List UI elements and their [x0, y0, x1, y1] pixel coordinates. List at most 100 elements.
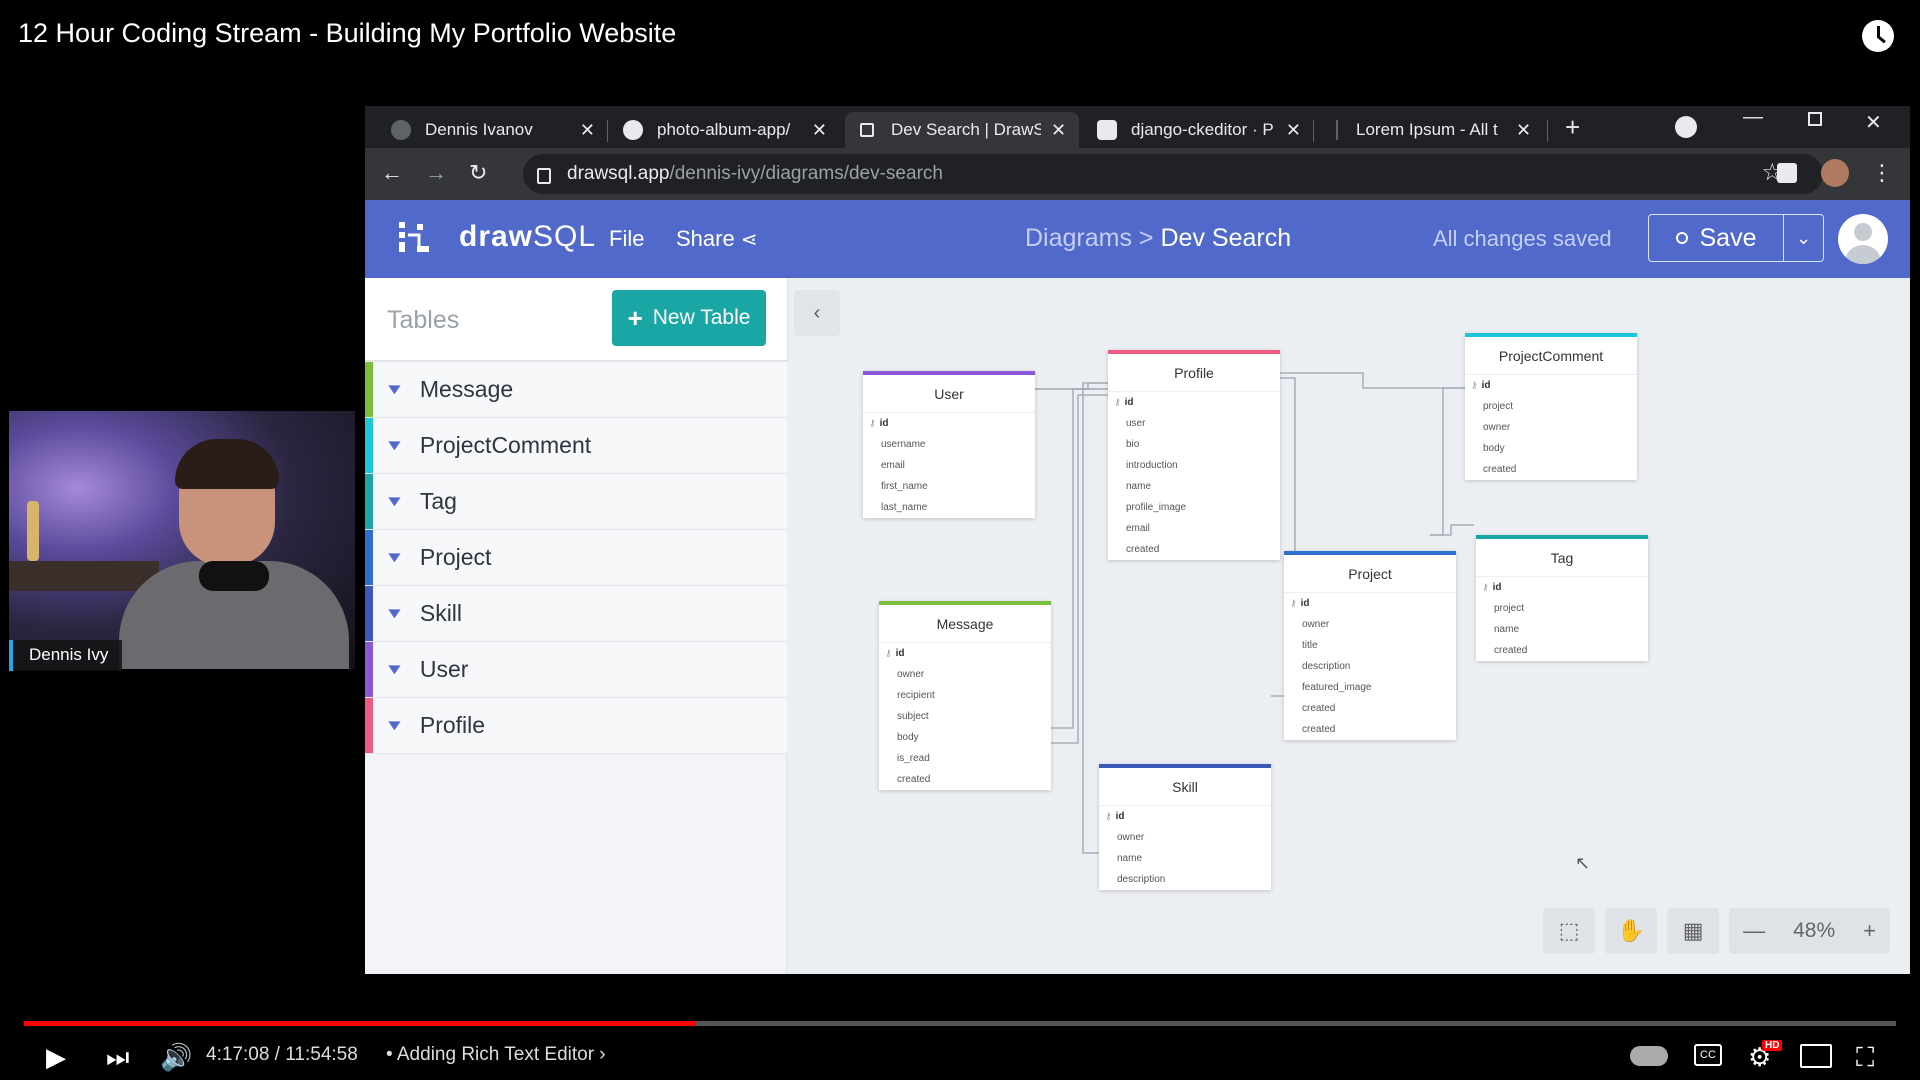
table-column[interactable]: body	[879, 727, 1051, 748]
close-tab-icon[interactable]: ✕	[1286, 120, 1301, 141]
save-button[interactable]: Save	[1648, 214, 1784, 262]
table-column[interactable]: is_read	[879, 748, 1051, 769]
watch-later-icon[interactable]	[1862, 20, 1894, 52]
sidebar-item-message[interactable]: ▼ Message	[365, 362, 787, 418]
reload-icon[interactable]: ↻	[469, 160, 487, 186]
table-column[interactable]: created	[879, 769, 1051, 790]
table-card-message[interactable]: Message id owner recipient subject body …	[879, 601, 1051, 790]
table-column[interactable]: user	[1108, 413, 1280, 434]
table-column[interactable]: project	[1465, 396, 1637, 417]
hand-pan-icon[interactable]: ✋	[1605, 908, 1658, 954]
user-avatar[interactable]	[1838, 214, 1888, 264]
table-column[interactable]: owner	[879, 664, 1051, 685]
volume-icon[interactable]: 🔊	[160, 1042, 192, 1073]
forward-icon[interactable]: →	[425, 160, 447, 186]
table-column[interactable]: body	[1465, 438, 1637, 459]
table-column[interactable]: created	[1465, 459, 1637, 480]
close-tab-icon[interactable]: ✕	[1516, 120, 1531, 141]
table-column[interactable]: created	[1284, 719, 1456, 740]
table-column[interactable]: profile_image	[1108, 497, 1280, 518]
table-column[interactable]: featured_image	[1284, 677, 1456, 698]
chevron-down-icon[interactable]: ▼	[384, 437, 405, 454]
close-tab-icon[interactable]: ✕	[812, 120, 827, 141]
profile-avatar[interactable]	[1821, 159, 1849, 187]
table-column[interactable]: created	[1108, 539, 1280, 560]
table-column[interactable]: username	[863, 434, 1035, 455]
save-dropdown-button[interactable]: ⌄	[1784, 214, 1824, 262]
chevron-down-icon[interactable]: ▼	[384, 717, 405, 734]
autoplay-toggle[interactable]	[1630, 1046, 1668, 1066]
new-table-button[interactable]: + New Table	[612, 290, 766, 346]
table-column[interactable]: id	[1476, 577, 1648, 598]
extensions-icon[interactable]	[1777, 163, 1797, 183]
table-column[interactable]: created	[1284, 698, 1456, 719]
table-column[interactable]: name	[1099, 848, 1271, 869]
close-tab-icon[interactable]: ✕	[580, 120, 595, 141]
table-column[interactable]: id	[863, 413, 1035, 434]
share-menu[interactable]: Share ⋖	[676, 226, 758, 252]
restore-icon[interactable]	[1808, 112, 1822, 126]
tab-photo-album-app[interactable]: photo-album-app/ ✕	[611, 112, 839, 148]
new-tab-button[interactable]: +	[1565, 112, 1580, 143]
table-card-profile[interactable]: Profile id user bio introduction name pr…	[1108, 350, 1280, 560]
zoom-in-button[interactable]: +	[1849, 918, 1890, 944]
table-column[interactable]: owner	[1099, 827, 1271, 848]
sidebar-item-user[interactable]: ▼ User	[365, 642, 787, 698]
chevron-down-icon[interactable]: ▼	[384, 605, 405, 622]
minimize-icon[interactable]: —	[1743, 106, 1763, 129]
miniplayer-icon[interactable]	[1800, 1044, 1832, 1068]
sidebar-item-skill[interactable]: ▼ Skill	[365, 586, 787, 642]
table-column[interactable]: id	[1108, 392, 1280, 413]
sidebar-item-projectcomment[interactable]: ▼ ProjectComment	[365, 418, 787, 474]
table-column[interactable]: subject	[879, 706, 1051, 727]
table-column[interactable]: last_name	[863, 497, 1035, 518]
sidebar-item-tag[interactable]: ▼ Tag	[365, 474, 787, 530]
zoom-out-button[interactable]: —	[1729, 918, 1779, 944]
brand-name[interactable]: drawSQL	[459, 220, 596, 254]
table-column[interactable]: owner	[1465, 417, 1637, 438]
table-column[interactable]: email	[863, 455, 1035, 476]
table-card-project[interactable]: Project id owner title description featu…	[1284, 551, 1456, 740]
table-column[interactable]: project	[1476, 598, 1648, 619]
tab-search-icon[interactable]	[1675, 116, 1697, 138]
back-icon[interactable]: ←	[381, 160, 403, 186]
table-column[interactable]: title	[1284, 635, 1456, 656]
tab-lorem-ipsum[interactable]: Lorem Ipsum - All t ✕	[1317, 112, 1545, 148]
exit-fullscreen-icon[interactable]: ⛶	[1856, 1042, 1874, 1074]
tab-django-ckeditor[interactable]: django-ckeditor · P ✕	[1085, 112, 1313, 148]
table-column[interactable]: id	[1465, 375, 1637, 396]
next-icon[interactable]: ⏭	[106, 1042, 129, 1074]
table-card-skill[interactable]: Skill id owner name description	[1099, 764, 1271, 890]
table-card-projectcomment[interactable]: ProjectComment id project owner body cre…	[1465, 333, 1637, 480]
sidebar-item-project[interactable]: ▼ Project	[365, 530, 787, 586]
close-tab-icon[interactable]: ✕	[1051, 120, 1066, 141]
table-column[interactable]: first_name	[863, 476, 1035, 497]
table-column[interactable]: description	[1284, 656, 1456, 677]
video-progress-bar[interactable]	[24, 1021, 1896, 1026]
table-card-tag[interactable]: Tag id project name created	[1476, 535, 1648, 661]
tab-dennis-ivanov[interactable]: Dennis Ivanov ✕	[379, 112, 607, 148]
chevron-down-icon[interactable]: ▼	[384, 493, 405, 510]
table-column[interactable]: recipient	[879, 685, 1051, 706]
menu-kebab-icon[interactable]: ⋮	[1871, 160, 1893, 186]
table-column[interactable]: description	[1099, 869, 1271, 890]
chevron-down-icon[interactable]: ▼	[384, 549, 405, 566]
table-column[interactable]: created	[1476, 640, 1648, 661]
table-column[interactable]: id	[879, 643, 1051, 664]
tab-dev-search[interactable]: Dev Search | DrawS ✕	[845, 112, 1079, 148]
table-column[interactable]: email	[1108, 518, 1280, 539]
table-card-user[interactable]: User id username email first_name last_n…	[863, 371, 1035, 518]
table-column[interactable]: introduction	[1108, 455, 1280, 476]
breadcrumb-diagrams[interactable]: Diagrams	[1025, 224, 1132, 252]
captions-icon[interactable]: CC	[1694, 1044, 1722, 1066]
select-area-icon[interactable]: ⬚	[1543, 908, 1596, 954]
chapter-title[interactable]: • Adding Rich Text Editor ›	[386, 1044, 606, 1066]
chevron-down-icon[interactable]: ▼	[384, 381, 405, 398]
grid-layout-icon[interactable]: ▦	[1667, 908, 1720, 954]
file-menu[interactable]: File	[609, 226, 644, 252]
table-column[interactable]: bio	[1108, 434, 1280, 455]
sidebar-item-profile[interactable]: ▼ Profile	[365, 698, 787, 754]
diagram-canvas[interactable]: User id username email first_name last_n…	[788, 278, 1910, 974]
table-column[interactable]: id	[1099, 806, 1271, 827]
chevron-down-icon[interactable]: ▼	[384, 661, 405, 678]
